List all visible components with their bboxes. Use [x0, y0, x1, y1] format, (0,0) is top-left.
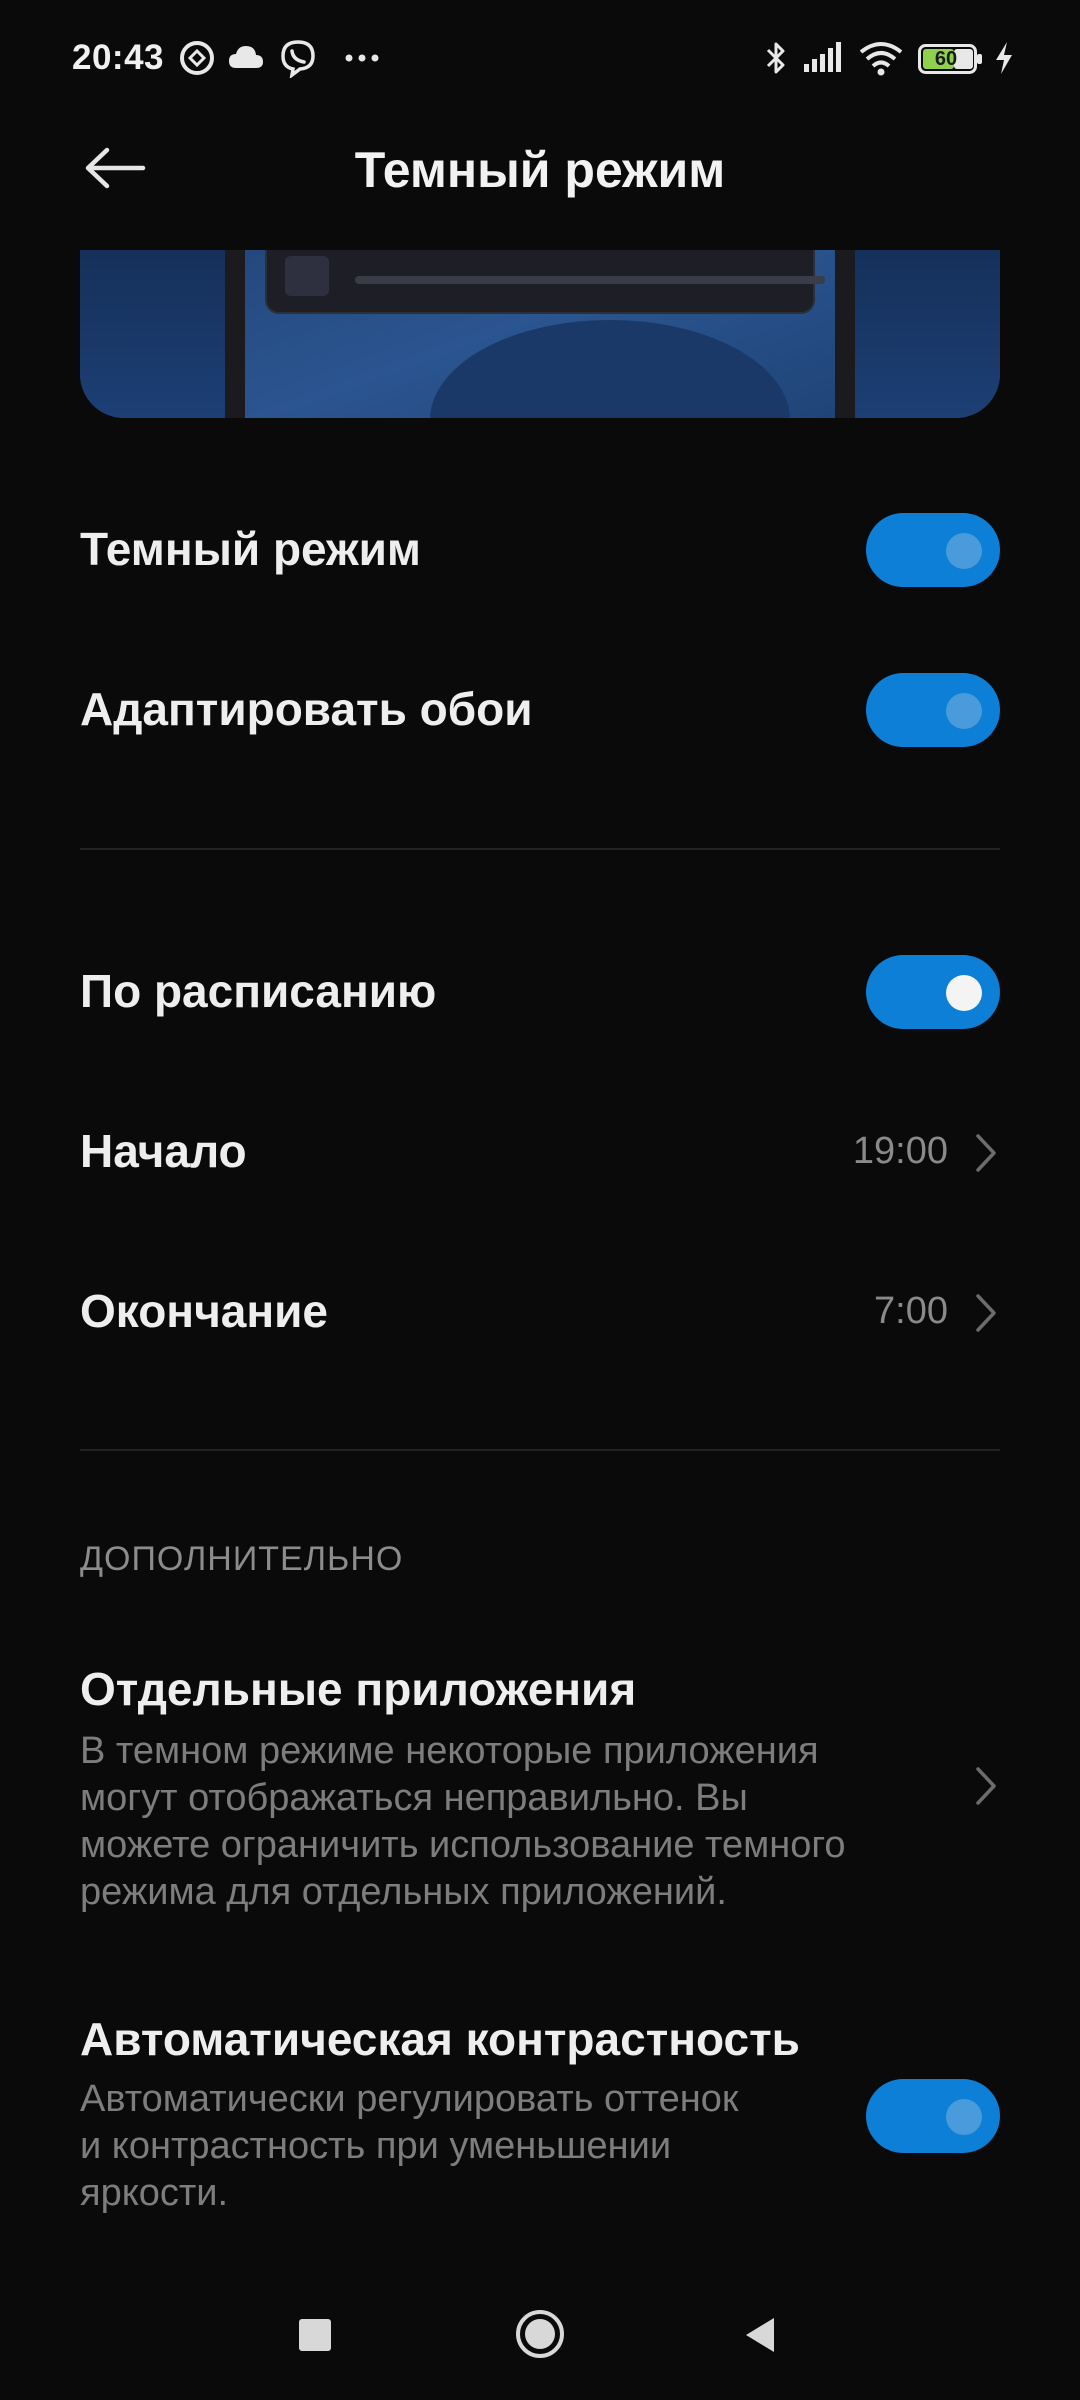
setting-end-label: Окончание — [80, 1285, 329, 1337]
auto-contrast-description-line: и контрастность при уменьшении — [80, 2125, 672, 2167]
separate-apps-description-line: режима для отдельных приложений. — [80, 1871, 727, 1913]
navigation-bar — [0, 2270, 1080, 2400]
signal-icon — [802, 38, 846, 78]
recents-square-icon[interactable] — [290, 2310, 340, 2365]
page-title: Темный режим — [354, 142, 726, 198]
status-bar: 20:43 60 — [0, 0, 1080, 118]
battery-level: 60 — [934, 48, 958, 70]
back-triangle-icon[interactable] — [736, 2310, 786, 2365]
setting-separate-apps[interactable]: Отдельные приложения В темном режиме нек… — [80, 1658, 1000, 1918]
separate-apps-description-line: можете ограничить использование темного — [80, 1824, 846, 1866]
home-circle-icon[interactable] — [512, 2306, 568, 2367]
toggle-knob — [946, 533, 982, 569]
auto-contrast-toggle[interactable] — [866, 2079, 1000, 2153]
dark-mode-toggle[interactable] — [866, 513, 1000, 587]
status-time: 20:43 — [72, 38, 165, 77]
battery-icon: 60 — [918, 44, 984, 74]
bluetooth-icon — [762, 38, 790, 78]
auto-contrast-description-line: яркости. — [80, 2172, 229, 2214]
start-time-value: 19:00 — [852, 1130, 948, 1172]
section-header-additional: ДОПОЛНИТЕЛЬНО — [80, 1540, 404, 1578]
chevron-right-icon — [970, 1288, 1000, 1338]
preview-card-icon — [285, 256, 329, 296]
vpn-icon — [178, 38, 216, 78]
toggle-knob — [946, 975, 982, 1011]
setting-dark-mode[interactable]: Темный режим — [80, 500, 1000, 600]
setting-start-label: Начало — [80, 1125, 247, 1177]
setting-scheduled-label: По расписанию — [80, 965, 437, 1017]
cloud-icon — [226, 38, 266, 78]
auto-contrast-title: Автоматическая контрастность — [80, 2013, 800, 2065]
end-time-value: 7:00 — [874, 1290, 948, 1332]
setting-auto-contrast[interactable]: Автоматическая контрастность Автоматичес… — [80, 2012, 1000, 2232]
wifi-icon — [858, 38, 904, 78]
separate-apps-title: Отдельные приложения — [80, 1663, 637, 1715]
preview-bezel-right — [835, 250, 855, 418]
separate-apps-description-line: могут отображаться неправильно. Вы — [80, 1777, 748, 1819]
auto-contrast-description-line: Автоматически регулировать оттенок — [80, 2078, 739, 2120]
dark-mode-preview-image — [80, 250, 1000, 418]
more-notifications-icon — [342, 38, 382, 78]
viber-icon — [278, 38, 318, 78]
setting-adapt-wallpaper[interactable]: Адаптировать обои — [80, 660, 1000, 760]
setting-adapt-wallpaper-label: Адаптировать обои — [80, 683, 533, 735]
setting-end-time[interactable]: Окончание 7:00 — [80, 1262, 1000, 1362]
preview-bezel-left — [225, 250, 245, 418]
toggle-knob — [946, 693, 982, 729]
charging-icon — [992, 38, 1016, 78]
separate-apps-description-line: В темном режиме некоторые приложения — [80, 1730, 819, 1772]
divider — [80, 1449, 1000, 1451]
preview-side-left — [80, 250, 225, 418]
chevron-right-icon — [970, 1761, 1000, 1811]
setting-scheduled[interactable]: По расписанию — [80, 942, 1000, 1042]
setting-dark-mode-label: Темный режим — [80, 523, 421, 575]
scheduled-toggle[interactable] — [866, 955, 1000, 1029]
preview-side-right — [855, 250, 1000, 418]
chevron-right-icon — [970, 1128, 1000, 1178]
adapt-wallpaper-toggle[interactable] — [866, 673, 1000, 747]
divider — [80, 848, 1000, 850]
toggle-knob — [946, 2099, 982, 2135]
preview-card-line — [355, 276, 825, 284]
setting-start-time[interactable]: Начало 19:00 — [80, 1102, 1000, 1202]
